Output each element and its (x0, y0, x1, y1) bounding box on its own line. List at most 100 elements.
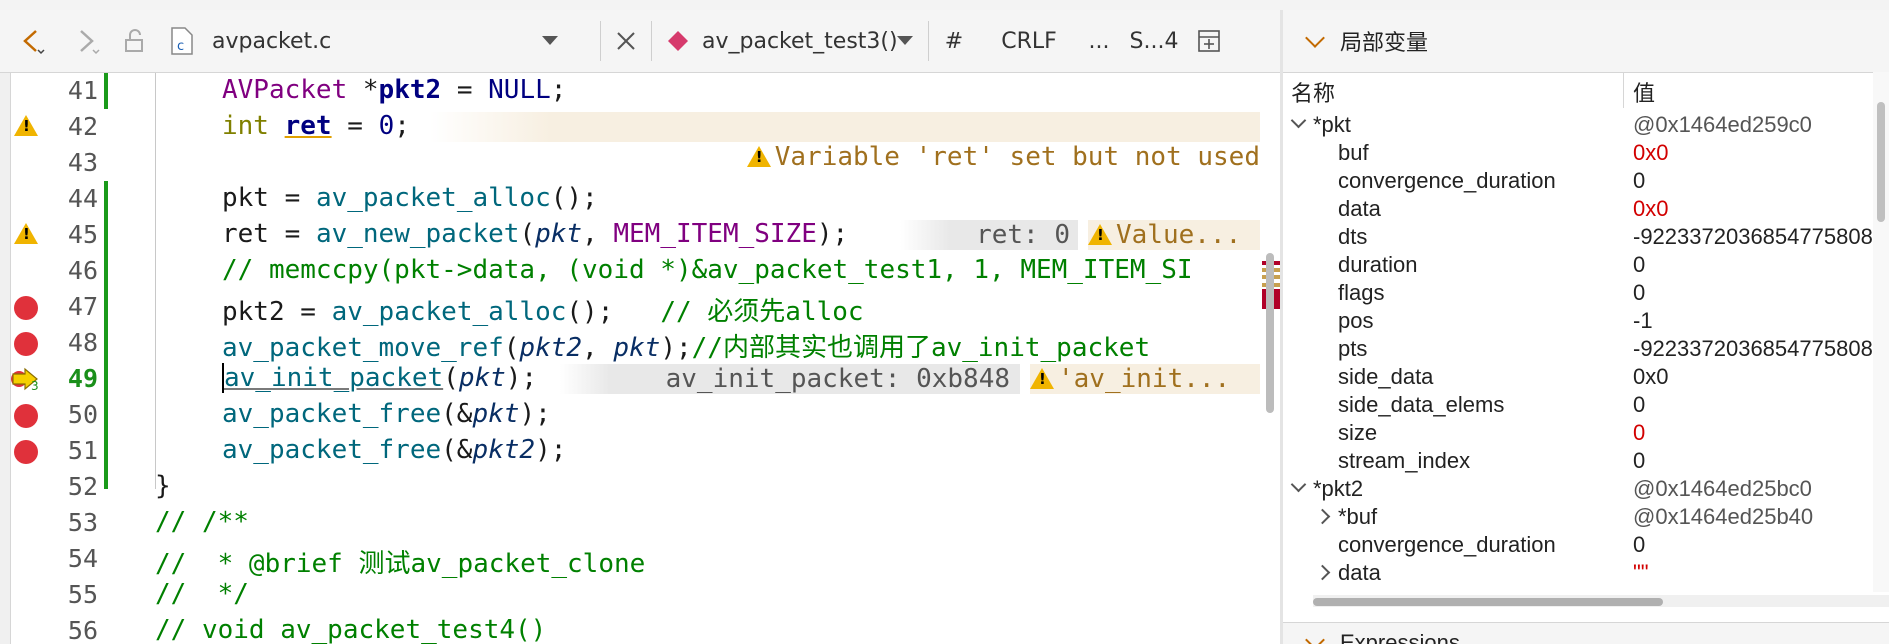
unlock-icon (125, 29, 143, 52)
code-comment: // * @brief 测试av_packet_clone (155, 549, 646, 579)
collapse-chevron-icon (1305, 630, 1325, 644)
expressions-title: Expressions (1340, 630, 1460, 644)
locals-horizontal-scrollbar[interactable] (1313, 595, 1889, 607)
file-selector[interactable]: c avpacket.c (158, 10, 600, 72)
scroll-thumb[interactable] (1877, 102, 1885, 222)
breakpoint-icon[interactable] (14, 332, 38, 356)
variable-row[interactable]: buf 0x0 (1283, 140, 1889, 168)
scroll-thumb[interactable] (1313, 598, 1663, 606)
variable-row[interactable]: side_data 0x0 (1283, 364, 1889, 392)
line-ending-button[interactable]: CRLF (979, 10, 1079, 72)
variable-row[interactable]: dts -9223372036854775808 (1283, 224, 1889, 252)
warning-icon (1030, 368, 1054, 389)
editor-vertical-scrollbar[interactable] (1262, 73, 1280, 644)
code-line: 51 av_packet_free(&pkt2); (0, 433, 1250, 469)
variable-row[interactable]: pts -9223372036854775808 (1283, 336, 1889, 364)
code-line: 54 // * @brief 测试av_packet_clone (0, 541, 1250, 579)
forward-button[interactable] (62, 10, 110, 72)
code-comment: // */ (155, 579, 249, 609)
code-text: av_packet_free(&pkt); (222, 399, 551, 429)
column-header-name[interactable]: 名称 (1291, 76, 1335, 108)
code-line: 47 pkt2 = av_packet_alloc(); // 必须先alloc (0, 289, 1250, 327)
add-split-button[interactable] (1189, 10, 1229, 72)
symbol-selector[interactable]: av_packet_test3()... (652, 10, 928, 72)
line-number: 48 (67, 328, 98, 357)
line-number: 52 (67, 472, 98, 501)
line-number: 45 (67, 220, 98, 249)
code-line: 44 pkt = av_packet_alloc(); (0, 181, 1250, 217)
line-number: 42 (67, 112, 98, 141)
line-number: 46 (67, 256, 98, 285)
code-text: av_packet_move_ref(pkt2, pkt);//内部其实也调用了… (222, 333, 1151, 363)
code-line: 52 } (0, 469, 1250, 505)
expand-arrow-icon[interactable] (1290, 112, 1307, 129)
code-comment: // memccpy(pkt->data, (void *)&av_packet… (222, 255, 1193, 285)
locals-vertical-scrollbar[interactable] (1873, 72, 1889, 592)
line-number: 49 (67, 364, 98, 393)
breakpoint-icon[interactable] (14, 440, 38, 464)
column-separator[interactable] (1623, 72, 1624, 108)
debug-value-hint: ret: 0 (900, 220, 1078, 250)
breakpoint-icon[interactable] (14, 404, 38, 428)
expand-arrow-icon[interactable] (1290, 476, 1307, 493)
variable-row[interactable]: flags 0 (1283, 280, 1889, 308)
inline-warning-hint[interactable]: Variable 'ret' set but not used (430, 112, 1260, 172)
scroll-thumb[interactable] (1266, 253, 1274, 413)
line-number: 56 (67, 616, 98, 644)
line-number: 47 (67, 292, 98, 321)
warning-icon (1088, 224, 1112, 245)
locals-header[interactable]: 局部变量 (1283, 10, 1889, 73)
code-line: 43 (0, 145, 1250, 181)
expand-arrow-icon[interactable] (1314, 564, 1331, 581)
inline-warning-hint[interactable]: 'av_init... (1030, 364, 1260, 394)
debug-value-hint: av_init_packet: 0xb848 (560, 364, 1020, 394)
expand-arrow-icon[interactable] (1314, 508, 1331, 525)
line-ending-label: CRLF (1001, 28, 1057, 54)
more-button[interactable]: ... (1079, 10, 1119, 72)
line-number-button[interactable]: # (929, 10, 979, 72)
expressions-header[interactable]: Expressions (1283, 622, 1889, 644)
code-text: av_init_packet(pkt); (222, 363, 538, 393)
variable-row[interactable]: pos -1 (1283, 308, 1889, 336)
variable-row[interactable]: convergence_duration 0 (1283, 532, 1889, 560)
variable-row[interactable]: *buf @0x1464ed25b40 (1283, 504, 1889, 532)
code-line: 41 AVPacket *pkt2 = NULL; (0, 73, 1250, 109)
function-symbol-icon (668, 31, 688, 51)
line-number: 51 (67, 436, 98, 465)
variable-row[interactable]: convergence_duration 0 (1283, 168, 1889, 196)
dropdown-arrow-icon (542, 36, 558, 45)
split-label: S...4 (1129, 28, 1179, 54)
close-file-button[interactable] (601, 10, 651, 72)
variable-row[interactable]: size 0 (1283, 420, 1889, 448)
code-text: av_packet_free(&pkt2); (222, 435, 567, 465)
code-editor[interactable]: 41 AVPacket *pkt2 = NULL; 42 int ret = 0… (0, 73, 1280, 644)
chevron-right-icon (80, 30, 100, 55)
c-file-icon: c (171, 27, 193, 55)
inline-warning-hint[interactable]: Value... (1088, 220, 1260, 250)
code-text: } (155, 471, 171, 501)
column-header-value[interactable]: 值 (1633, 76, 1655, 108)
variable-row[interactable]: *pkt @0x1464ed259c0 (1283, 112, 1889, 140)
dropdown-arrow-icon (897, 36, 913, 45)
code-line: 45 ret = av_new_packet(pkt, MEM_ITEM_SIZ… (0, 217, 1260, 253)
split-selector[interactable]: S...4 (1119, 10, 1189, 72)
more-label: ... (1088, 28, 1110, 54)
lock-button[interactable] (110, 10, 158, 72)
variable-row[interactable]: data "" (1283, 560, 1889, 582)
code-text: pkt2 = av_packet_alloc(); // 必须先alloc (222, 297, 864, 327)
variable-row[interactable]: side_data_elems 0 (1283, 392, 1889, 420)
code-line: 46 // memccpy(pkt->data, (void *)&av_pac… (0, 253, 1250, 289)
symbol-name: av_packet_test3()... (702, 28, 897, 54)
variable-row[interactable]: *pkt2 @0x1464ed25bc0 (1283, 476, 1889, 504)
back-button[interactable] (0, 10, 62, 72)
line-number: 54 (67, 544, 98, 573)
locals-title: 局部变量 (1340, 30, 1429, 55)
line-number: 41 (67, 76, 98, 105)
variable-row[interactable]: stream_index 0 (1283, 448, 1889, 476)
variable-row[interactable]: data 0x0 (1283, 196, 1889, 224)
collapse-chevron-icon (1305, 28, 1325, 48)
breakpoint-icon[interactable] (14, 296, 38, 320)
code-line: 53 // /** (0, 505, 1250, 541)
variable-row[interactable]: duration 0 (1283, 252, 1889, 280)
line-number: 53 (67, 508, 98, 537)
